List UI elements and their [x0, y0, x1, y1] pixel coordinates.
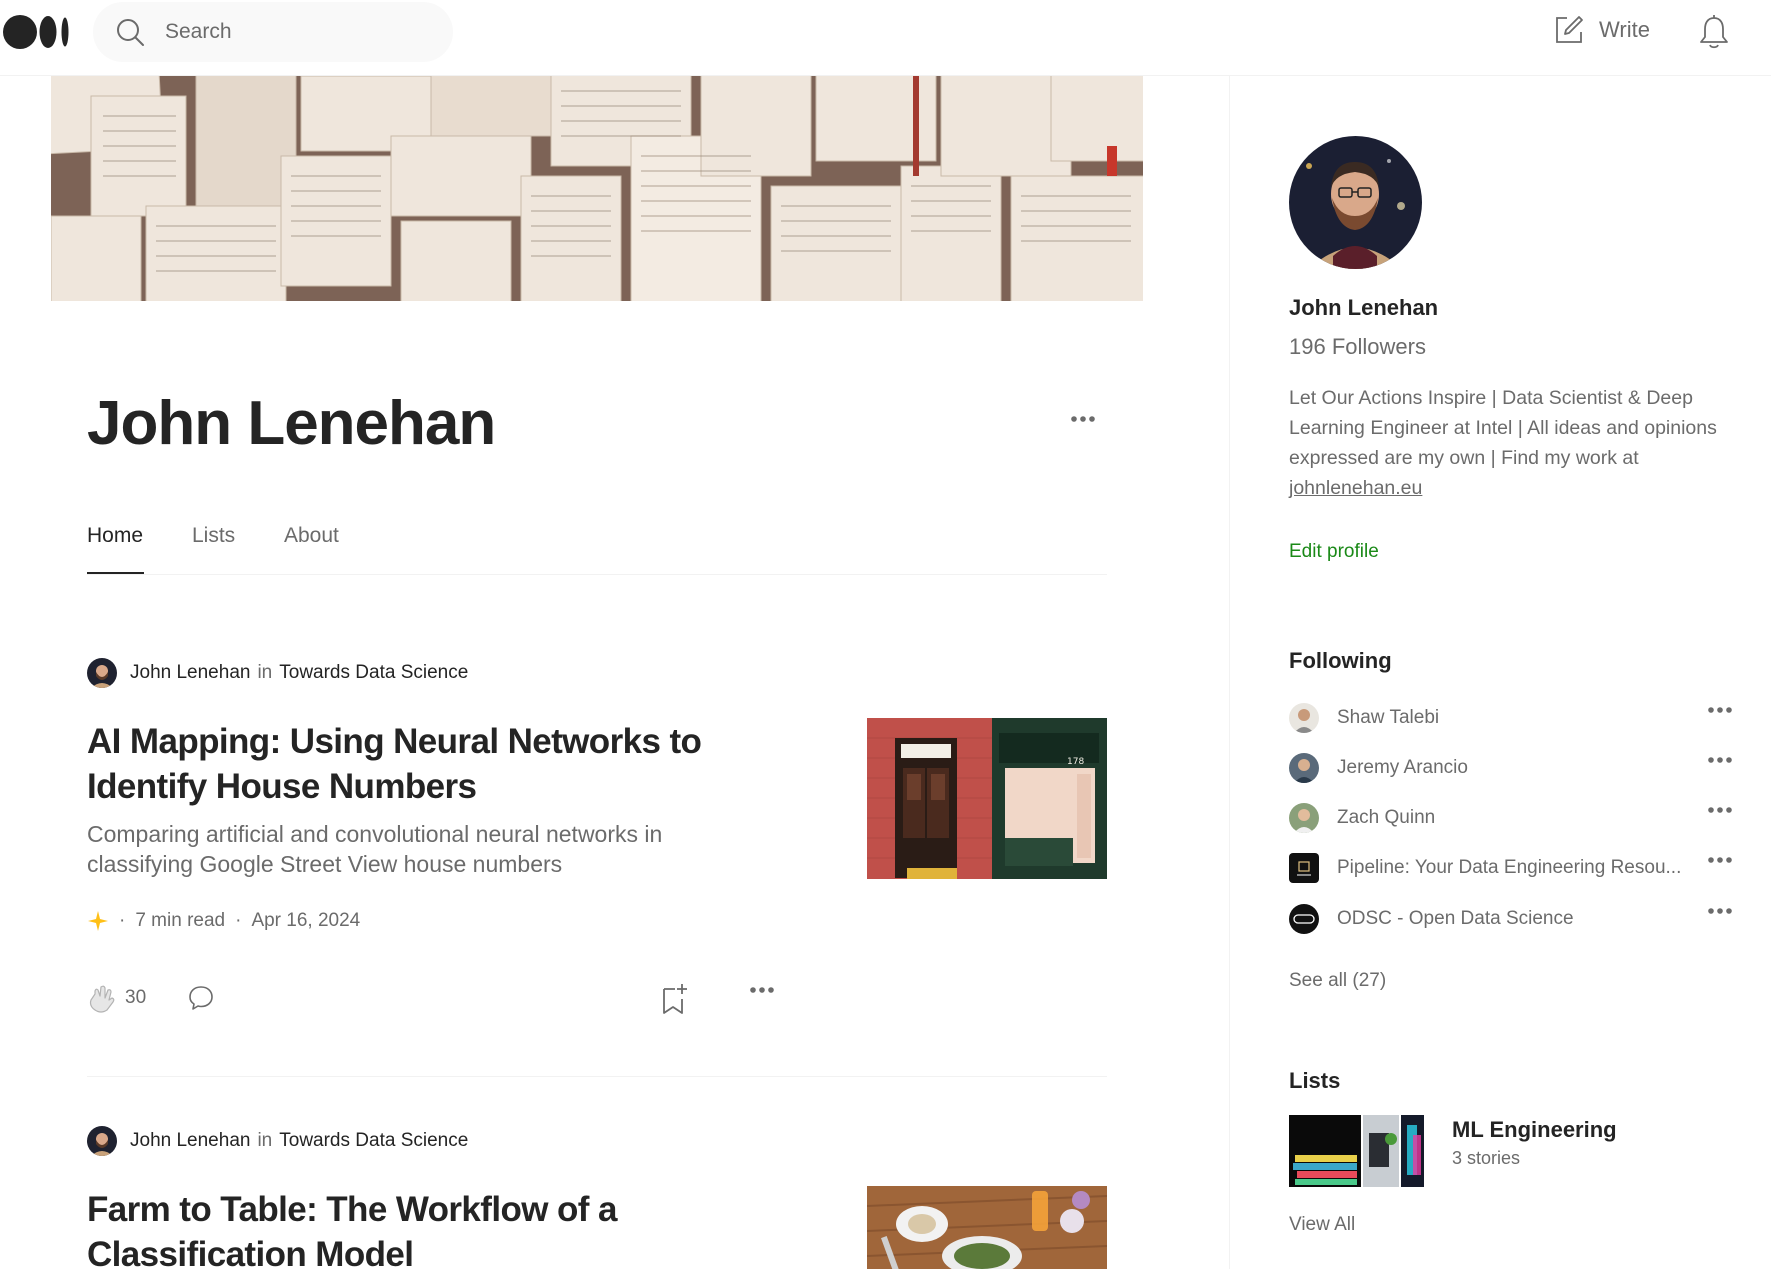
more-options-icon [1071, 416, 1095, 422]
following-name[interactable]: Shaw Talebi [1337, 707, 1697, 729]
notifications-bell-icon[interactable] [1697, 14, 1731, 50]
edit-profile-link[interactable]: Edit profile [1289, 541, 1379, 563]
see-all-following-link[interactable]: See all (27) [1289, 970, 1386, 992]
followers-count[interactable]: 196 Followers [1289, 334, 1426, 360]
search-icon [117, 19, 144, 46]
write-button[interactable]: Write [1553, 14, 1650, 46]
article-thumbnail[interactable] [867, 1186, 1107, 1269]
search-bar[interactable] [93, 2, 453, 62]
tab-home[interactable]: Home [87, 524, 143, 548]
publication-name[interactable]: Towards Data Science [279, 662, 468, 684]
article-subtitle[interactable]: Comparing artificial and convolutional n… [87, 819, 727, 879]
following-more-icon[interactable] [1707, 806, 1733, 814]
read-time: 7 min read [135, 910, 226, 931]
article-card: John Lenehan in Towards Data Science Far… [87, 1125, 1107, 1269]
view-all-lists-link[interactable]: View All [1289, 1214, 1355, 1236]
following-more-icon[interactable] [1707, 856, 1733, 864]
tab-lists[interactable]: Lists [192, 524, 235, 548]
in-label: in [257, 1130, 273, 1151]
article-byline: John Lenehan in Towards Data Science [87, 1125, 1107, 1157]
following-item: Shaw Talebi [1289, 702, 1739, 734]
profile-name-heading: John Lenehan [87, 389, 496, 458]
lists-heading: Lists [1289, 1068, 1341, 1093]
member-only-star-icon [88, 911, 108, 931]
profile-avatar[interactable] [1289, 136, 1422, 269]
article-title[interactable]: Farm to Table: The Workflow of a Classif… [87, 1187, 647, 1269]
article-title[interactable]: AI Mapping: Using Neural Networks to Ide… [87, 719, 747, 809]
author-name[interactable]: John Lenehan [130, 662, 250, 684]
publish-date: Apr 16, 2024 [251, 910, 361, 931]
article-more-icon[interactable] [749, 986, 775, 994]
svg-text:178: 178 [1067, 757, 1084, 767]
following-item: Jeremy Arancio [1289, 752, 1739, 784]
write-icon [1556, 16, 1583, 43]
following-more-icon[interactable] [1707, 756, 1733, 764]
in-label: in [257, 662, 273, 683]
top-bar: Write [0, 0, 1771, 76]
following-avatar[interactable] [1289, 753, 1319, 783]
following-item: Pipeline: Your Data Engineering Resou... [1289, 852, 1739, 884]
following-avatar[interactable] [1289, 853, 1319, 883]
separator-dot: · [235, 910, 242, 931]
article-byline: John Lenehan in Towards Data Science [87, 657, 1107, 689]
following-avatar[interactable] [1289, 703, 1319, 733]
bookmark-add-icon[interactable] [659, 982, 689, 1016]
article-card: John Lenehan in Towards Data Science AI … [87, 657, 1107, 1057]
list-title[interactable]: ML Engineering [1452, 1117, 1617, 1143]
profile-cover-image [51, 76, 1143, 301]
following-avatar[interactable] [1289, 803, 1319, 833]
author-avatar[interactable] [87, 658, 117, 688]
list-thumbnail[interactable] [1289, 1115, 1424, 1187]
clap-icon [89, 985, 115, 1013]
following-name[interactable]: ODSC - Open Data Science [1337, 908, 1697, 930]
following-more-icon[interactable] [1707, 706, 1733, 714]
following-item: ODSC - Open Data Science [1289, 903, 1739, 935]
following-heading: Following [1289, 648, 1392, 673]
profile-bio: Let Our Actions Inspire | Data Scientist… [1289, 383, 1759, 503]
bio-link[interactable]: johnlenehan.eu [1289, 477, 1422, 499]
publication-name[interactable]: Towards Data Science [279, 1130, 468, 1152]
article-divider [87, 1076, 1107, 1077]
profile-more-options-button[interactable] [1068, 404, 1098, 434]
bio-text: Let Our Actions Inspire | Data Scientist… [1289, 387, 1717, 469]
following-item: Zach Quinn [1289, 802, 1739, 834]
following-more-icon[interactable] [1707, 907, 1733, 915]
author-name[interactable]: John Lenehan [130, 1130, 250, 1152]
tab-about[interactable]: About [284, 524, 339, 548]
profile-tabs: Home Lists About [87, 520, 1107, 575]
clap-button[interactable]: 30 [87, 982, 146, 1014]
sidebar-profile-name: John Lenehan [1289, 295, 1439, 320]
write-label: Write [1599, 17, 1650, 42]
article-actions: 30 [87, 982, 787, 1022]
article-thumbnail[interactable]: 178 [867, 718, 1107, 879]
article-info: · 7 min read · Apr 16, 2024 [87, 910, 360, 932]
medium-logo-icon[interactable] [2, 14, 72, 50]
following-name[interactable]: Jeremy Arancio [1337, 757, 1697, 779]
following-name[interactable]: Pipeline: Your Data Engineering Resou... [1337, 857, 1697, 879]
active-tab-indicator [87, 572, 144, 574]
author-avatar[interactable] [87, 1126, 117, 1156]
search-input[interactable] [165, 20, 405, 44]
separator-dot: · [119, 910, 126, 931]
list-story-count: 3 stories [1452, 1148, 1521, 1168]
clap-count: 30 [125, 987, 147, 1008]
responses-icon[interactable] [187, 984, 215, 1012]
following-name[interactable]: Zach Quinn [1337, 807, 1697, 829]
sidebar-divider [1229, 76, 1230, 1269]
following-avatar[interactable] [1289, 904, 1319, 934]
